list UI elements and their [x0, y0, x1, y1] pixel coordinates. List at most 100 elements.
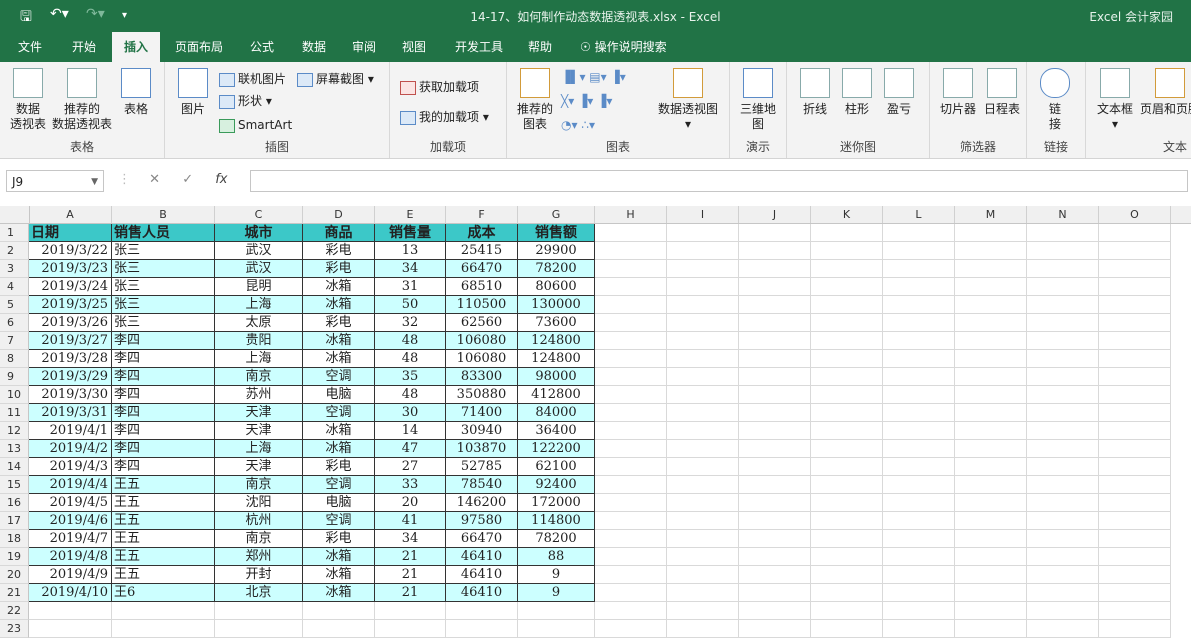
cell-F12[interactable]: 30940	[446, 422, 518, 440]
textbox-dropdown[interactable]: ▾	[1092, 117, 1138, 132]
cell-M20[interactable]	[955, 566, 1027, 584]
column-chart-icon[interactable]: ▐▌▾ ▤▾ ▐▾	[561, 68, 626, 86]
column-header-I[interactable]: I	[667, 206, 739, 223]
cell-B4[interactable]: 张三	[112, 278, 215, 296]
link-button[interactable]: 链 接	[1035, 68, 1075, 132]
pivot-chart-dropdown[interactable]: ▾	[655, 117, 721, 132]
name-box[interactable]: J9 ▼	[6, 170, 104, 192]
cell-N8[interactable]	[1027, 350, 1099, 368]
cell-N6[interactable]	[1027, 314, 1099, 332]
row-header-1[interactable]: 1	[0, 224, 29, 242]
column-header-E[interactable]: E	[375, 206, 446, 223]
cell-D15[interactable]: 空调	[303, 476, 375, 494]
cell-F8[interactable]: 106080	[446, 350, 518, 368]
cell-N16[interactable]	[1027, 494, 1099, 512]
cell-H8[interactable]	[595, 350, 667, 368]
picture-button[interactable]: 图片	[173, 68, 213, 117]
cell-O8[interactable]	[1099, 350, 1171, 368]
cell-M17[interactable]	[955, 512, 1027, 530]
cell-C22[interactable]	[215, 602, 303, 620]
cell-C12[interactable]: 天津	[215, 422, 303, 440]
cell-M5[interactable]	[955, 296, 1027, 314]
cell-G19[interactable]: 88	[518, 548, 595, 566]
cell-O10[interactable]	[1099, 386, 1171, 404]
cell-K18[interactable]	[811, 530, 883, 548]
cell-I14[interactable]	[667, 458, 739, 476]
row-header-21[interactable]: 21	[0, 584, 29, 602]
cell-H16[interactable]	[595, 494, 667, 512]
cell-K13[interactable]	[811, 440, 883, 458]
cell-K19[interactable]	[811, 548, 883, 566]
cell-G4[interactable]: 80600	[518, 278, 595, 296]
cell-A12[interactable]: 2019/4/1	[29, 422, 112, 440]
recommended-chart-button[interactable]: 推荐的 图表	[515, 68, 555, 132]
cell-E8[interactable]: 48	[375, 350, 446, 368]
cell-L15[interactable]	[883, 476, 955, 494]
screenshot-button[interactable]: 屏幕截图 ▾	[297, 70, 374, 88]
cell-K20[interactable]	[811, 566, 883, 584]
cell-E20[interactable]: 21	[375, 566, 446, 584]
cell-E1[interactable]: 销售量	[375, 224, 446, 242]
cell-M23[interactable]	[955, 620, 1027, 638]
column-header-D[interactable]: D	[303, 206, 375, 223]
sparkline-column-button[interactable]: 柱形	[837, 68, 877, 117]
cell-H17[interactable]	[595, 512, 667, 530]
cell-O9[interactable]	[1099, 368, 1171, 386]
cell-E9[interactable]: 35	[375, 368, 446, 386]
cell-I1[interactable]	[667, 224, 739, 242]
cell-F4[interactable]: 68510	[446, 278, 518, 296]
cell-H11[interactable]	[595, 404, 667, 422]
cell-G22[interactable]	[518, 602, 595, 620]
cell-G5[interactable]: 130000	[518, 296, 595, 314]
column-header-J[interactable]: J	[739, 206, 811, 223]
cell-D13[interactable]: 冰箱	[303, 440, 375, 458]
cell-O20[interactable]	[1099, 566, 1171, 584]
cell-D16[interactable]: 电脑	[303, 494, 375, 512]
cell-F19[interactable]: 46410	[446, 548, 518, 566]
cell-J20[interactable]	[739, 566, 811, 584]
cell-J5[interactable]	[739, 296, 811, 314]
3d-map-button[interactable]: 三维地 图	[736, 68, 780, 132]
cell-O19[interactable]	[1099, 548, 1171, 566]
cell-B11[interactable]: 李四	[112, 404, 215, 422]
cell-M16[interactable]	[955, 494, 1027, 512]
cell-J10[interactable]	[739, 386, 811, 404]
cell-L6[interactable]	[883, 314, 955, 332]
cell-B15[interactable]: 王五	[112, 476, 215, 494]
cell-L16[interactable]	[883, 494, 955, 512]
cell-C14[interactable]: 天津	[215, 458, 303, 476]
row-header-2[interactable]: 2	[0, 242, 29, 260]
cell-A14[interactable]: 2019/4/3	[29, 458, 112, 476]
column-header-O[interactable]: O	[1099, 206, 1171, 223]
cell-H4[interactable]	[595, 278, 667, 296]
row-header-17[interactable]: 17	[0, 512, 29, 530]
cell-N21[interactable]	[1027, 584, 1099, 602]
cancel-icon[interactable]: ✕	[149, 172, 160, 187]
cell-H20[interactable]	[595, 566, 667, 584]
cell-J8[interactable]	[739, 350, 811, 368]
cell-M2[interactable]	[955, 242, 1027, 260]
smartart-button[interactable]: SmartArt	[219, 116, 292, 134]
cell-K4[interactable]	[811, 278, 883, 296]
cell-N13[interactable]	[1027, 440, 1099, 458]
cell-A11[interactable]: 2019/3/31	[29, 404, 112, 422]
cell-F21[interactable]: 46410	[446, 584, 518, 602]
cell-L17[interactable]	[883, 512, 955, 530]
tab-home[interactable]: 开始	[60, 32, 108, 62]
cell-O22[interactable]	[1099, 602, 1171, 620]
cell-D21[interactable]: 冰箱	[303, 584, 375, 602]
cell-H19[interactable]	[595, 548, 667, 566]
cell-F18[interactable]: 66470	[446, 530, 518, 548]
cell-L9[interactable]	[883, 368, 955, 386]
row-header-12[interactable]: 12	[0, 422, 29, 440]
cell-D22[interactable]	[303, 602, 375, 620]
cell-F3[interactable]: 66470	[446, 260, 518, 278]
cell-N17[interactable]	[1027, 512, 1099, 530]
column-header-L[interactable]: L	[883, 206, 955, 223]
column-header-N[interactable]: N	[1027, 206, 1099, 223]
column-header-B[interactable]: B	[112, 206, 215, 223]
select-all-corner[interactable]	[0, 206, 30, 223]
cell-G23[interactable]	[518, 620, 595, 638]
cell-J22[interactable]	[739, 602, 811, 620]
cell-C11[interactable]: 天津	[215, 404, 303, 422]
